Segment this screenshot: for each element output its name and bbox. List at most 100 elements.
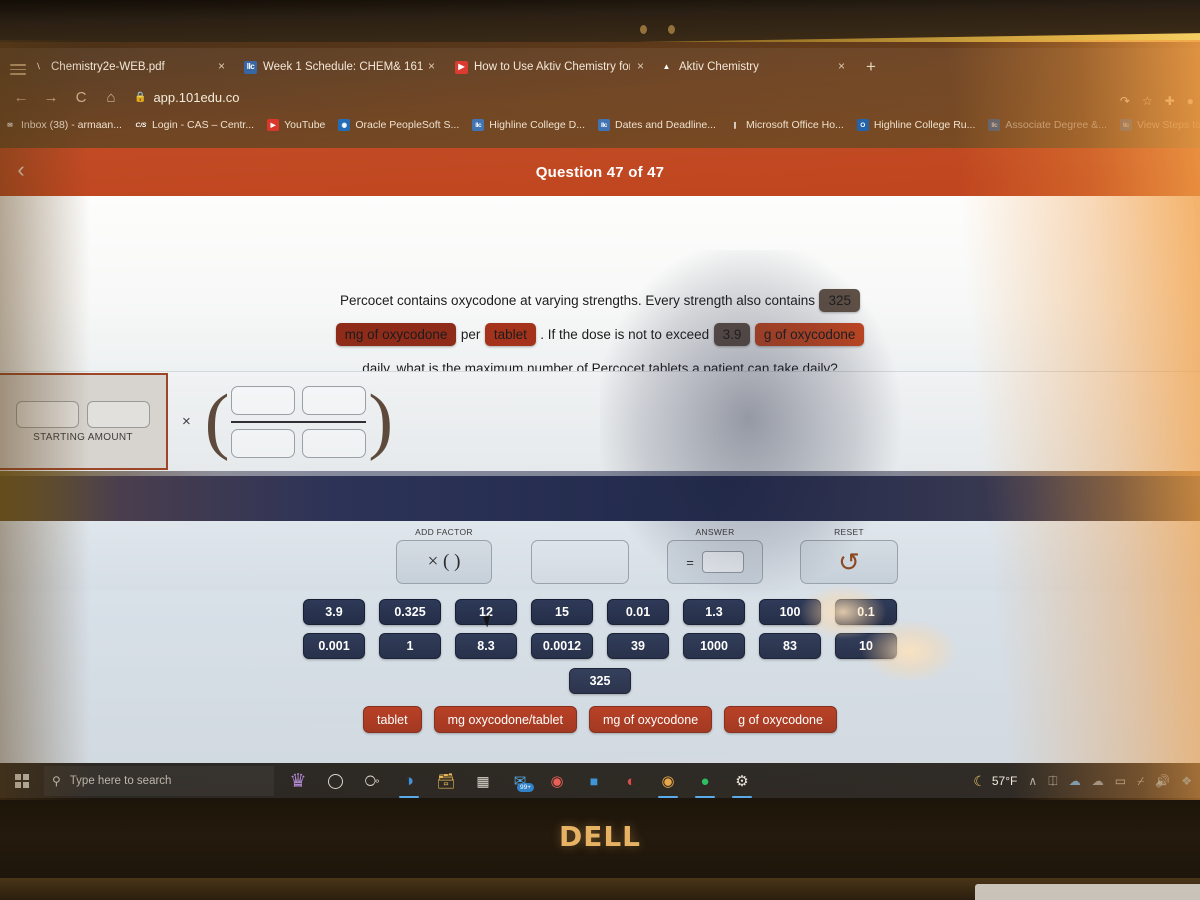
denominator-unit-slot[interactable]	[302, 428, 367, 458]
mail-icon[interactable]: ✉ 99+	[508, 769, 534, 793]
palette-unit-button[interactable]: mg of oxycodone	[588, 706, 713, 733]
bookmark-highline-college-d[interactable]: llc Highline College D...	[472, 119, 585, 131]
bluetooth-icon[interactable]: ❖	[1181, 774, 1192, 788]
bookmark-highline-college-ru[interactable]: O Highline College Ru...	[856, 119, 975, 131]
extensions-icon[interactable]: ✚	[1165, 94, 1175, 108]
reload-icon[interactable]: C	[72, 89, 90, 106]
bookmark-star-icon[interactable]: ☆	[1142, 94, 1153, 108]
new-tab-button[interactable]: +	[866, 58, 876, 75]
palette-number-button[interactable]: 10	[835, 633, 897, 659]
answer-button[interactable]: =	[667, 540, 763, 584]
denominator-value-slot[interactable]	[231, 428, 296, 458]
canvas-icon: llc	[988, 119, 1001, 131]
palette-number-button[interactable]: 0.325	[379, 599, 441, 625]
numerator-unit-slot[interactable]	[302, 385, 367, 415]
chrome-active-icon[interactable]: ◉	[656, 769, 680, 798]
palette-number-button[interactable]: 15	[531, 599, 593, 625]
zoom-icon[interactable]: ■	[582, 769, 606, 793]
canvas-icon: llc	[472, 119, 485, 131]
work-area: STARTING AMOUNT × ( )	[0, 371, 1200, 471]
pdf-icon: ⧵	[37, 62, 40, 71]
laptop-photo: ⧵ Chemistry2e-WEB.pdf × llc Week 1 Sched…	[0, 0, 1200, 900]
profile-icon[interactable]: ●	[1187, 94, 1194, 108]
start-button[interactable]	[0, 774, 44, 788]
share-icon[interactable]: ↷	[1120, 94, 1130, 108]
forward-icon[interactable]: →	[42, 89, 60, 106]
palette-number-button[interactable]: 100	[759, 599, 821, 625]
palette-number-button[interactable]: 1000	[683, 633, 745, 659]
game-crown-icon[interactable]: ♛	[286, 769, 310, 793]
palette-unit-button[interactable]: mg oxycodone/tablet	[433, 706, 577, 733]
palette-number-button[interactable]: 1.3	[683, 599, 745, 625]
onedrive-icon[interactable]: ⎅	[1048, 774, 1058, 789]
spotify-icon[interactable]: ●	[693, 769, 717, 798]
palette-number-button[interactable]: 0.0012	[531, 633, 593, 659]
weather-widget[interactable]: ☾ 57°F	[973, 773, 1017, 790]
bookmark-microsoft-office[interactable]: ❙ Microsoft Office Ho...	[729, 119, 844, 131]
starting-amount-unit-slot[interactable]	[87, 400, 150, 428]
address-bar[interactable]: app.101edu.co	[153, 90, 239, 105]
network-icon[interactable]: ⌿	[1137, 774, 1144, 789]
home-icon[interactable]: ⌂	[102, 89, 120, 106]
browser-tab-1[interactable]: llc Week 1 Schedule: CHEM& 161 F	[244, 54, 424, 80]
starting-amount-box[interactable]: STARTING AMOUNT	[0, 373, 168, 470]
palette-number-button[interactable]: 3.9	[303, 599, 365, 625]
menu-hamburger-icon[interactable]	[10, 64, 26, 75]
palette-number-button[interactable]: 0.1	[835, 599, 897, 625]
palette-number-button[interactable]: 0.001	[303, 633, 365, 659]
bookmark-view-steps-to[interactable]: llc View Steps to	[1119, 119, 1200, 131]
edge-icon[interactable]: ◑	[397, 769, 421, 798]
cloud-sync-icon[interactable]: ☁	[1069, 774, 1081, 788]
cortana-icon[interactable]	[323, 769, 347, 793]
search-input[interactable]: ⚲ Type here to search	[44, 766, 274, 796]
youtube-icon: ▶	[267, 119, 280, 131]
task-view-icon[interactable]: ⧂	[360, 769, 384, 793]
tab-close-icon-3[interactable]: ×	[838, 59, 845, 73]
tab-close-icon-0[interactable]: ×	[218, 59, 225, 73]
browser-chrome: ⧵ Chemistry2e-WEB.pdf × llc Week 1 Sched…	[0, 42, 1200, 148]
palette-number-button[interactable]: 8.3	[455, 633, 517, 659]
bookmark-inbox[interactable]: ✉ Inbox (38) - armaan...	[4, 119, 122, 131]
tab-close-icon-2[interactable]: ×	[637, 59, 644, 73]
fraction-bar	[231, 420, 367, 423]
bookmark-associate-degree[interactable]: llc Associate Degree &...	[988, 119, 1107, 131]
token-palette: 3.9 0.325 12 15 0.01 1.3 100 0.1 0.001 1 8.3 0.001…	[0, 591, 1200, 763]
show-hidden-icons[interactable]: ∧	[1028, 774, 1037, 788]
numerator-value-slot[interactable]	[231, 385, 296, 415]
browser-tab-2[interactable]: ▶ How to Use Aktiv Chemistry for	[455, 54, 630, 80]
pdf-reader-icon[interactable]: ◐	[619, 769, 643, 793]
volume-icon[interactable]: 🔊	[1155, 774, 1170, 788]
microsoft-store-icon[interactable]: ▦	[471, 769, 495, 793]
palette-unit-button[interactable]: g of oxycodone	[724, 706, 837, 733]
denominator-row	[231, 428, 367, 458]
bookmark-cas-login[interactable]: C/S Login - CAS – Centr...	[135, 119, 255, 131]
settings-gear-icon[interactable]: ⚙	[730, 769, 754, 798]
file-explorer-icon[interactable]: 🗃	[434, 769, 458, 793]
tab-close-icon-1[interactable]: ×	[428, 59, 435, 73]
add-factor-button[interactable]: × ( )	[396, 540, 492, 584]
bookmark-youtube[interactable]: ▶ YouTube	[267, 119, 325, 131]
bookmark-dates-and-deadlines[interactable]: llc Dates and Deadline...	[597, 119, 716, 131]
answer-input-slot[interactable]	[701, 551, 744, 573]
question-word-per: per	[460, 327, 481, 342]
palette-number-button[interactable]: 0.01	[607, 599, 669, 625]
back-chevron-icon[interactable]: ‹	[8, 157, 34, 183]
palette-number-button[interactable]: 1	[379, 633, 441, 659]
back-icon[interactable]: ←	[12, 89, 30, 106]
browser-tab-3[interactable]: ▲ Aktiv Chemistry	[660, 54, 830, 80]
empty-factor-slot[interactable]	[531, 540, 629, 584]
cloud-icon[interactable]: ☁	[1092, 774, 1104, 788]
palette-number-button[interactable]: 83	[759, 633, 821, 659]
reset-button[interactable]: ↺	[800, 540, 898, 584]
chrome-icon[interactable]: ◉	[545, 769, 569, 793]
browser-tab-0[interactable]: ⧵ Chemistry2e-WEB.pdf	[32, 54, 232, 80]
bookmark-peoplesoft[interactable]: ◉ Oracle PeopleSoft S...	[338, 119, 459, 131]
lock-icon: 🔒	[134, 91, 147, 103]
palette-number-button[interactable]: 325	[569, 668, 631, 694]
battery-icon[interactable]: ▭	[1115, 774, 1126, 788]
palette-number-button[interactable]: 39	[607, 633, 669, 659]
webcam-led-icon	[668, 25, 675, 34]
starting-amount-value-slot[interactable]	[16, 400, 79, 428]
palette-unit-button[interactable]: tablet	[363, 706, 422, 733]
browser-navbar: ← → C ⌂ 🔒 app.101edu.co	[0, 82, 1200, 112]
